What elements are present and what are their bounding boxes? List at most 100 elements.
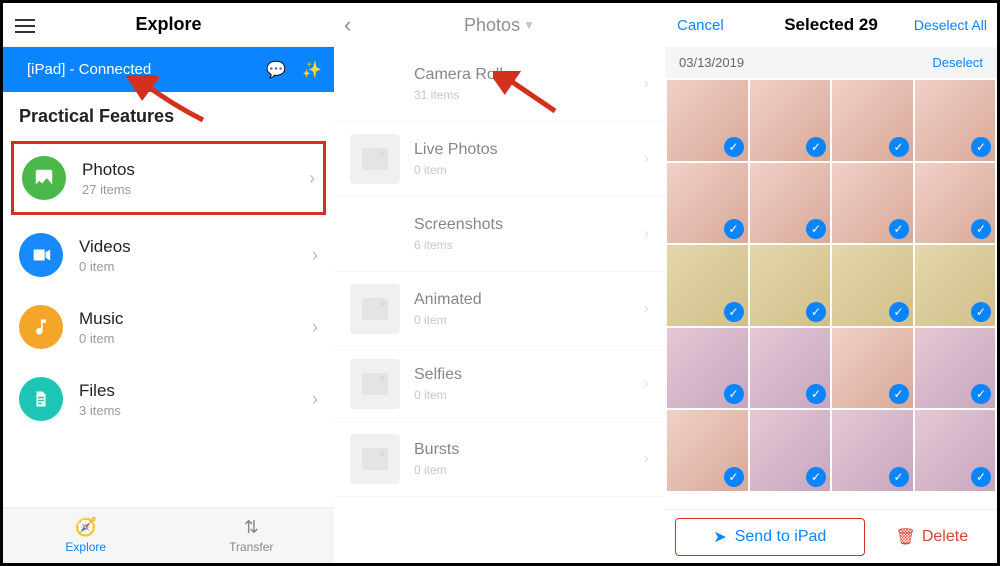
- feature-videos[interactable]: Videos 0 item ›: [3, 219, 334, 291]
- date-row: 03/13/2019 Deselect: [665, 47, 997, 78]
- photos-panel: ‹ Photos ▼ Camera Roll 31 items › Live Ph…: [334, 3, 665, 563]
- check-icon: ✓: [889, 219, 909, 239]
- check-icon: ✓: [889, 467, 909, 487]
- videos-icon: [19, 233, 63, 277]
- feature-files[interactable]: Files 3 items ›: [3, 363, 334, 435]
- album-thumb: [350, 209, 400, 259]
- music-icon: [19, 305, 63, 349]
- action-bar: ➤ Send to iPad 🗑 Delete: [665, 509, 997, 563]
- album-sub: 31 items: [414, 88, 503, 102]
- section-title: Practical Features: [3, 92, 334, 137]
- photo-thumb[interactable]: ✓: [915, 80, 996, 161]
- back-icon[interactable]: ‹: [344, 12, 351, 38]
- check-icon: ✓: [971, 384, 991, 404]
- album-bursts[interactable]: Bursts0 item ›: [334, 422, 665, 497]
- photo-grid: ✓ ✓ ✓ ✓ ✓ ✓ ✓ ✓ ✓ ✓ ✓ ✓ ✓ ✓ ✓ ✓ ✓ ✓ ✓ ✓: [665, 78, 997, 509]
- feature-label: Music: [79, 309, 123, 329]
- album-sub: 0 item: [414, 388, 462, 402]
- check-icon: ✓: [889, 137, 909, 157]
- check-icon: ✓: [971, 219, 991, 239]
- send-label: Send to iPad: [735, 528, 827, 546]
- album-selfies[interactable]: Selfies 0 item ›: [334, 347, 665, 422]
- photo-thumb[interactable]: ✓: [667, 410, 748, 491]
- check-icon: ✓: [889, 384, 909, 404]
- photo-thumb[interactable]: ✓: [915, 328, 996, 409]
- album-camera-roll[interactable]: Camera Roll 31 items ›: [334, 47, 665, 122]
- send-icon: ➤: [713, 527, 726, 547]
- chevron-right-icon: ›: [644, 375, 649, 393]
- selected-title: Selected 29: [784, 15, 878, 35]
- device-banner-text: [iPad] - Connected: [27, 61, 151, 78]
- transfer-icon: ⇅: [244, 517, 259, 538]
- chevron-down-icon[interactable]: ▼: [523, 18, 535, 32]
- deselect-all-button[interactable]: Deselect All: [914, 17, 987, 33]
- album-thumb: [350, 434, 400, 484]
- photo-thumb[interactable]: ✓: [667, 328, 748, 409]
- album-thumb: [350, 134, 400, 184]
- photo-thumb[interactable]: ✓: [915, 410, 996, 491]
- feature-list: Photos 27 items › Videos 0 item ›: [3, 137, 334, 435]
- album-thumb: [350, 59, 400, 109]
- compass-icon: 🧭: [75, 517, 97, 538]
- cancel-button[interactable]: Cancel: [677, 17, 724, 34]
- chevron-right-icon: ›: [644, 75, 649, 93]
- trash-icon: 🗑: [896, 527, 916, 547]
- album-label: Bursts: [414, 441, 459, 459]
- magic-icon[interactable]: ✨: [302, 60, 322, 80]
- photo-thumb[interactable]: ✓: [750, 328, 831, 409]
- photos-header: ‹ Photos ▼: [334, 3, 665, 47]
- photo-thumb[interactable]: ✓: [750, 410, 831, 491]
- photo-thumb[interactable]: ✓: [750, 163, 831, 244]
- photo-thumb[interactable]: ✓: [832, 328, 913, 409]
- feature-music[interactable]: Music 0 item ›: [3, 291, 334, 363]
- photo-thumb[interactable]: ✓: [750, 245, 831, 326]
- album-label: Animated: [414, 291, 482, 309]
- feature-photos[interactable]: Photos 27 items ›: [11, 141, 326, 215]
- photo-thumb[interactable]: ✓: [832, 80, 913, 161]
- feature-sub: 0 item: [79, 259, 131, 274]
- album-label: Camera Roll: [414, 66, 503, 84]
- album-sub: 6 items: [414, 238, 503, 252]
- album-animated[interactable]: Animated0 item ›: [334, 272, 665, 347]
- photo-thumb[interactable]: ✓: [832, 163, 913, 244]
- feature-label: Videos: [79, 237, 131, 257]
- chevron-right-icon: ›: [312, 317, 318, 338]
- album-live-photos[interactable]: Live Photos0 item ›: [334, 122, 665, 197]
- tab-transfer[interactable]: ⇅ Transfer: [169, 508, 335, 563]
- photo-thumb[interactable]: ✓: [915, 163, 996, 244]
- explore-title: Explore: [135, 14, 201, 35]
- photo-thumb[interactable]: ✓: [915, 245, 996, 326]
- album-sub: 0 item: [414, 463, 459, 477]
- check-icon: ✓: [806, 384, 826, 404]
- feature-sub: 0 item: [79, 331, 123, 346]
- chevron-right-icon: ›: [644, 300, 649, 318]
- send-to-ipad-button[interactable]: ➤ Send to iPad: [675, 518, 865, 556]
- photo-thumb[interactable]: ✓: [667, 245, 748, 326]
- chevron-right-icon: ›: [644, 225, 649, 243]
- photo-thumb[interactable]: ✓: [667, 163, 748, 244]
- album-list: Camera Roll 31 items › Live Photos0 item …: [334, 47, 665, 497]
- chevron-right-icon: ›: [644, 150, 649, 168]
- device-banner[interactable]: [iPad] - Connected 💬 ✨: [3, 47, 334, 92]
- delete-button[interactable]: 🗑 Delete: [877, 518, 987, 556]
- menu-icon[interactable]: [15, 15, 35, 37]
- tab-label: Transfer: [229, 540, 273, 554]
- album-label: Selfies: [414, 366, 462, 384]
- check-icon: ✓: [971, 467, 991, 487]
- album-screenshots[interactable]: Screenshots6 items ›: [334, 197, 665, 272]
- photo-thumb[interactable]: ✓: [750, 80, 831, 161]
- photo-thumb[interactable]: ✓: [832, 245, 913, 326]
- deselect-button[interactable]: Deselect: [932, 55, 983, 70]
- check-icon: ✓: [971, 137, 991, 157]
- album-sub: 0 item: [414, 163, 498, 177]
- explore-panel: Explore [iPad] - Connected 💬 ✨ Practical…: [3, 3, 334, 563]
- album-thumb: [350, 284, 400, 334]
- check-icon: ✓: [806, 467, 826, 487]
- check-icon: ✓: [724, 137, 744, 157]
- tab-explore[interactable]: 🧭 Explore: [3, 508, 169, 563]
- photo-thumb[interactable]: ✓: [832, 410, 913, 491]
- photo-thumb[interactable]: ✓: [667, 80, 748, 161]
- chat-icon[interactable]: 💬: [266, 60, 286, 80]
- chevron-right-icon: ›: [312, 245, 318, 266]
- tab-label: Explore: [65, 540, 106, 554]
